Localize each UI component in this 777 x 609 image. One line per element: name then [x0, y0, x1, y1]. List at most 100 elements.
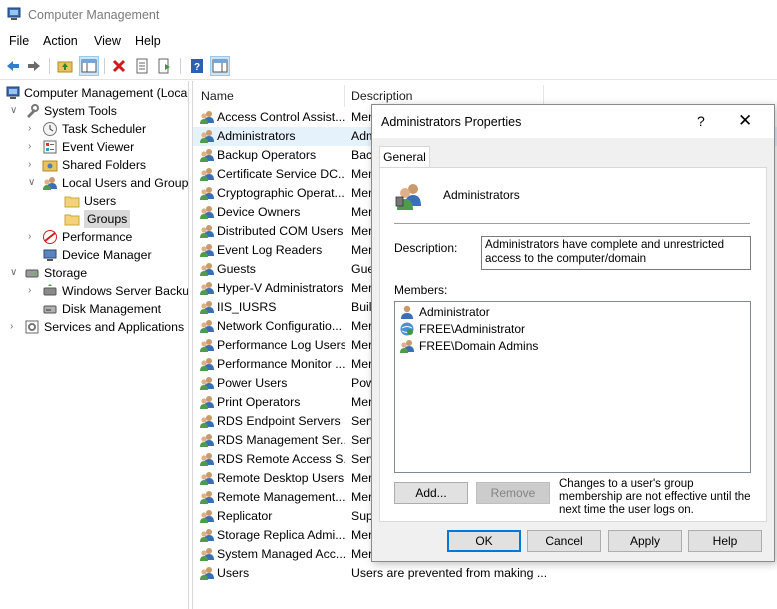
- group-name-cell: Users: [217, 566, 250, 580]
- group-name-cell: Remote Management...: [217, 490, 345, 504]
- tree-item-label: Computer Management (Local: [24, 86, 189, 100]
- apply-button[interactable]: Apply: [608, 530, 682, 552]
- group-icon: [199, 451, 215, 467]
- group-icon: [199, 242, 215, 258]
- backup-icon: [42, 283, 58, 299]
- group-name-cell: Storage Replica Admi...: [217, 528, 345, 542]
- folder-icon: [64, 193, 80, 209]
- export-list-button[interactable]: [155, 56, 175, 76]
- expand-chevron-icon[interactable]: ›: [28, 228, 38, 246]
- help-book-icon: ?: [191, 59, 203, 73]
- clock-icon: [42, 121, 58, 137]
- group-row[interactable]: Users Users are prevented from making ...: [193, 564, 777, 583]
- ok-button[interactable]: OK: [447, 530, 521, 552]
- membership-note: Changes to a user's group membership are…: [559, 478, 751, 516]
- console-tree-icon: [81, 59, 97, 73]
- cancel-button[interactable]: Cancel: [527, 530, 601, 552]
- members-list[interactable]: Administrator FREE\Administrator FREE\Doma…: [394, 301, 751, 473]
- column-header-name[interactable]: Name: [201, 85, 234, 107]
- group-name-cell: Event Log Readers: [217, 243, 323, 257]
- group-icon: [199, 356, 215, 372]
- show-hide-console-tree-button[interactable]: [79, 56, 99, 76]
- action-pane-icon: [212, 59, 228, 73]
- menu-view[interactable]: View: [94, 34, 121, 48]
- group-icon: [199, 508, 215, 524]
- console-tree[interactable]: Computer Management (Local ∨ System Tools ›…: [0, 81, 189, 609]
- group-icon: [199, 109, 215, 125]
- delete-x-icon: [112, 59, 126, 73]
- group-name-cell: Device Owners: [217, 205, 301, 219]
- add-button[interactable]: Add...: [394, 482, 468, 504]
- remove-button-label: Remove: [490, 486, 536, 500]
- expand-chevron-icon[interactable]: ›: [28, 156, 38, 174]
- forward-arrow-icon: [28, 61, 40, 71]
- expand-chevron-icon[interactable]: ›: [10, 318, 20, 336]
- collapse-chevron-icon[interactable]: ∨: [10, 264, 20, 282]
- storage-icon: [24, 265, 40, 281]
- up-level-button[interactable]: [55, 56, 75, 76]
- group-icon: [395, 184, 421, 210]
- event-viewer-icon: [42, 139, 58, 155]
- tree-item-label: Disk Management: [62, 302, 162, 316]
- dialog-title: Administrators Properties: [381, 115, 522, 129]
- menu-bar: File Action View Help: [0, 30, 777, 52]
- group-name-cell: Guests: [217, 262, 256, 276]
- folder-up-icon: [57, 61, 73, 73]
- group-name-cell: Backup Operators: [217, 148, 317, 162]
- menu-help[interactable]: Help: [135, 34, 161, 48]
- back-arrow-icon: [7, 61, 19, 71]
- tree-item-label: Event Viewer: [62, 140, 135, 154]
- svg-text:?: ?: [194, 62, 200, 73]
- help-button[interactable]: ?: [187, 56, 207, 76]
- group-name-cell: Replicator: [217, 509, 273, 523]
- remove-button[interactable]: Remove: [476, 482, 550, 504]
- group-icon: [199, 337, 215, 353]
- delete-button[interactable]: [109, 56, 129, 76]
- forward-button[interactable]: [24, 56, 44, 76]
- group-icon: [199, 299, 215, 315]
- expand-chevron-icon[interactable]: ›: [28, 120, 38, 138]
- group-icon: [199, 318, 215, 334]
- group-name-cell: Cryptographic Operat...: [217, 186, 345, 200]
- dialog-title-bar: Administrators Properties ? ✕: [372, 105, 774, 138]
- tree-item-label: Local Users and Groups: [62, 176, 189, 190]
- group-name-cell: Power Users: [217, 376, 288, 390]
- group-name: Administrators: [443, 188, 520, 202]
- group-name-cell: Certificate Service DC...: [217, 167, 345, 181]
- group-icon: [199, 470, 215, 486]
- collapse-chevron-icon[interactable]: ∨: [10, 102, 20, 120]
- group-icon: [199, 147, 215, 163]
- tree-item-label: System Tools: [44, 104, 117, 118]
- help-button-dialog[interactable]: Help: [688, 530, 762, 552]
- group-icon: [199, 166, 215, 182]
- group-description-cell: Users are prevented from making ...: [351, 566, 548, 580]
- dialog-help-button[interactable]: ?: [697, 113, 705, 129]
- dialog-close-button[interactable]: ✕: [738, 111, 752, 131]
- add-button-label: Add...: [415, 486, 447, 500]
- group-name-cell: Distributed COM Users: [217, 224, 344, 238]
- properties-button[interactable]: [132, 56, 152, 76]
- menu-file[interactable]: File: [9, 34, 29, 48]
- tree-item-label: Services and Applications: [44, 320, 185, 334]
- group-icon: [199, 185, 215, 201]
- group-name-cell: Hyper-V Administrators: [217, 281, 344, 295]
- tab-general[interactable]: General: [379, 146, 430, 168]
- group-name-cell: Access Control Assist...: [217, 110, 345, 124]
- member-name: Administrator: [419, 305, 490, 319]
- menu-action[interactable]: Action: [43, 34, 78, 48]
- show-hide-action-pane-button[interactable]: [210, 56, 230, 76]
- collapse-chevron-icon[interactable]: ∨: [28, 174, 38, 192]
- members-label: Members:: [394, 283, 448, 297]
- tree-item-label: Users: [84, 194, 117, 208]
- domain-group-icon: [399, 338, 415, 354]
- group-icon: [199, 413, 215, 429]
- back-button[interactable]: [3, 56, 23, 76]
- tree-item-label: Shared Folders: [62, 158, 147, 172]
- performance-icon: [42, 229, 58, 245]
- expand-chevron-icon[interactable]: ›: [28, 282, 38, 300]
- expand-chevron-icon[interactable]: ›: [28, 138, 38, 156]
- description-field[interactable]: Administrators have complete and unrestr…: [481, 236, 751, 270]
- description-label: Description:: [394, 241, 458, 255]
- domain-user-icon: [399, 321, 415, 337]
- group-icon: [199, 261, 215, 277]
